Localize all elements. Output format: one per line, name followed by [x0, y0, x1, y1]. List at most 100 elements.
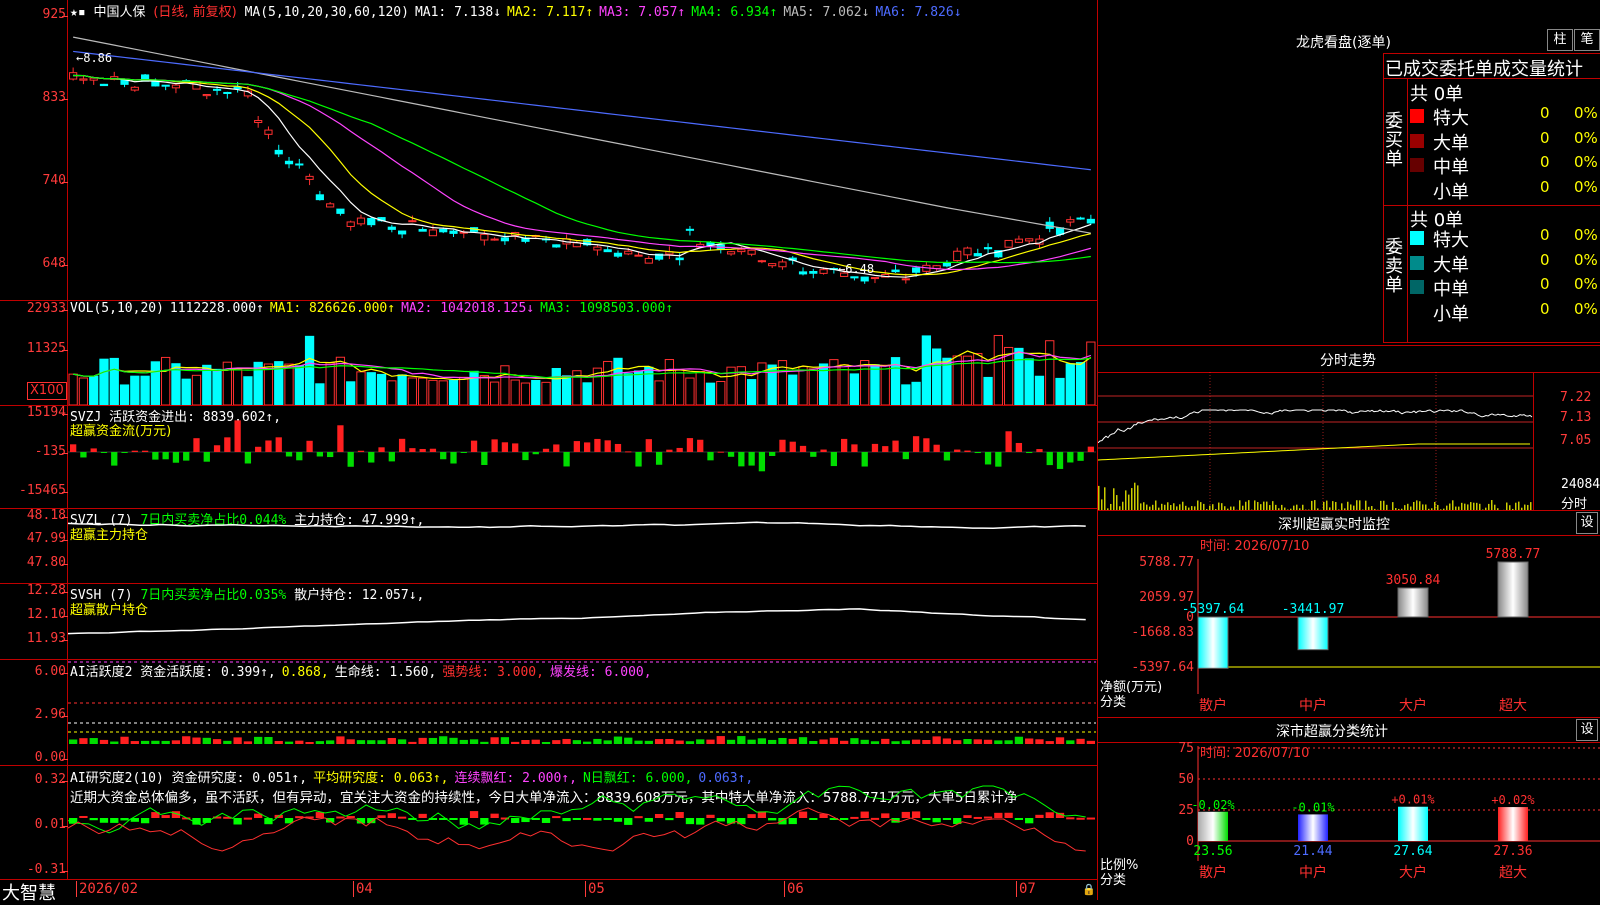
ai-active-bar: [542, 742, 550, 744]
candle: [337, 209, 344, 216]
svzj-bar: [820, 450, 826, 452]
volume-chart[interactable]: [68, 318, 1096, 405]
volume-bar: [1046, 341, 1054, 405]
ai-active-bar: [254, 737, 262, 744]
ai-research-bar: [943, 818, 951, 820]
svzj-bar: [759, 452, 765, 471]
volume-bar: [789, 375, 797, 405]
ai-research-bar: [902, 812, 910, 818]
ma5-line: [73, 37, 1091, 233]
volume-bar: [562, 376, 570, 405]
svzj-axis-label: 15194: [0, 405, 66, 420]
volume-bar: [408, 378, 416, 405]
volume-bar: [470, 371, 478, 405]
volume-bar: [1076, 363, 1084, 405]
intraday-chart[interactable]: [1098, 372, 1600, 510]
monitor-settings-button[interactable]: 设: [1576, 512, 1598, 534]
svsh-holding-chart[interactable]: [68, 584, 1096, 659]
svzj-bar: [584, 442, 590, 452]
date-tick-label: 2026/02: [76, 881, 138, 897]
monitor-value-label: -3441.97: [1282, 602, 1345, 617]
candle: [851, 277, 858, 281]
order-type-label: 特大: [1433, 104, 1469, 130]
ai-active-bar: [305, 742, 313, 744]
order-pct: 0%: [1574, 129, 1598, 147]
ai-research-bar: [933, 818, 941, 822]
volume-bar: [1087, 342, 1095, 405]
svzj-bar: [502, 442, 508, 452]
ai-active-bar: [398, 739, 406, 744]
classify-chart: 7550250-0.02%23.56散户-0.01%21.44中户+0.01%2…: [1098, 741, 1600, 900]
ai-active-bar: [953, 740, 961, 744]
volume-bar: [758, 363, 766, 405]
volume-bar: [881, 365, 889, 405]
candle: [964, 247, 971, 259]
candle: [1015, 236, 1022, 243]
intraday-vol-bar: [1254, 500, 1256, 510]
ai-active-chart[interactable]: [68, 660, 1096, 765]
volume-bar: [676, 370, 684, 405]
candlestick-chart[interactable]: [68, 18, 1096, 300]
ai-research-bar: [676, 812, 684, 818]
intraday-vol-bar: [1359, 500, 1361, 510]
volume-bar: [511, 380, 519, 405]
svzj-bar: [193, 438, 199, 452]
volume-bar: [295, 366, 303, 405]
candle: [779, 259, 786, 269]
ai-research-bar: [1066, 817, 1074, 819]
volume-bar: [1025, 359, 1033, 405]
ai-research-chart[interactable]: [68, 766, 1096, 879]
ai-active-bar: [799, 737, 807, 744]
classify-settings-button[interactable]: 设: [1576, 719, 1598, 741]
candle: [399, 231, 406, 238]
order-pct: 0%: [1574, 275, 1598, 293]
intraday-vol-bar: [1218, 503, 1220, 510]
volume-bar: [994, 335, 1002, 405]
intraday-vol-bar: [1356, 500, 1358, 510]
candle: [943, 260, 950, 267]
volume-bar: [203, 365, 211, 405]
candle: [871, 277, 878, 283]
classify-value-label: 27.64: [1393, 844, 1432, 859]
ai-active-bar: [861, 740, 869, 744]
svzj-bar: [985, 452, 991, 464]
main-chart-area[interactable]: ★▪ 中国人保 (日线, 前复权) MA(5,10,20,30,60,120)M…: [0, 0, 1098, 900]
classify-change-label: -0.01%: [1291, 800, 1335, 814]
ai-active-bar: [377, 740, 385, 744]
svzj-bar: [1067, 452, 1073, 462]
volume-bar: [110, 358, 118, 405]
intraday-vol-bar: [1173, 503, 1175, 510]
svzj-bar: [450, 452, 456, 464]
candle: [645, 256, 652, 263]
svzj-bar: [461, 452, 467, 453]
ai-research-bar: [511, 818, 519, 823]
order-color-swatch: [1410, 134, 1424, 148]
candle: [984, 243, 991, 253]
candle: [491, 237, 498, 240]
ai-active-axis-label: 0.00: [0, 750, 66, 765]
monitor-ylabel: 净额(万元)分类: [1100, 680, 1162, 710]
lock-icon[interactable]: 🔒: [1082, 883, 1096, 896]
ai-research-bar: [768, 818, 776, 820]
vol-legend-item: MA2: 1042018.125↓: [401, 301, 534, 316]
buy-side-label: 委买单: [1385, 112, 1403, 169]
svzj-flow-chart[interactable]: [68, 406, 1096, 508]
svzj-bar: [409, 448, 415, 452]
ai-active-bar: [645, 741, 653, 744]
svzj-axis-label: -15465: [0, 483, 66, 498]
volume-bar: [141, 376, 149, 405]
volume-bar: [614, 358, 622, 405]
ai-active-bar: [1087, 741, 1095, 744]
volume-bar: [192, 375, 200, 405]
ai-active-bar: [840, 741, 848, 744]
intraday-vol-bar: [1347, 502, 1349, 510]
svzl-holding-chart[interactable]: [68, 509, 1096, 583]
svzj-bar: [317, 452, 323, 456]
intraday-vol-bar: [1314, 500, 1316, 510]
svzl-axis-label: 47.99: [0, 531, 66, 546]
svzj-bar: [851, 444, 857, 452]
intraday-vol-bar: [1221, 503, 1223, 510]
volume-bar: [69, 374, 77, 405]
ai-active-bar: [634, 741, 642, 744]
ai-active-bar: [1035, 739, 1043, 744]
